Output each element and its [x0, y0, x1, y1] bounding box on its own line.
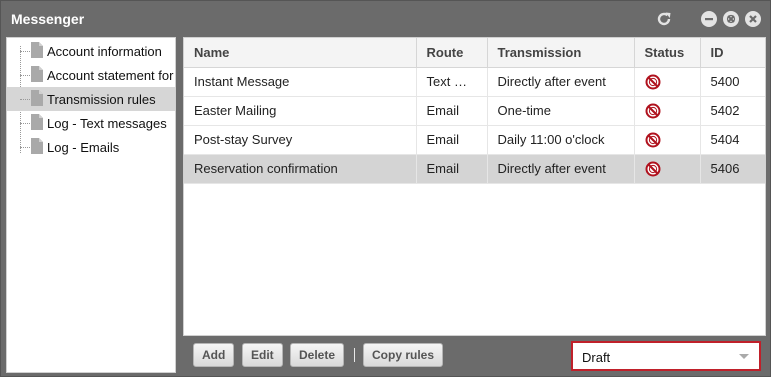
cell-id: 5402 [700, 96, 765, 126]
cell-status [634, 96, 701, 126]
cell-name: Reservation confirmation [184, 154, 417, 184]
messenger-window: Messenger Account information Account st… [0, 0, 771, 377]
navigation-tree: Account information Account statement fo… [6, 37, 176, 373]
close-icon[interactable] [745, 11, 761, 27]
cell-id: 5406 [700, 154, 765, 184]
titlebar: Messenger [1, 1, 770, 37]
chevron-down-icon [739, 354, 749, 359]
edit-button[interactable]: Edit [242, 343, 283, 367]
add-button[interactable]: Add [193, 343, 235, 367]
rules-table-panel: Name Route Transmission Status ID Instan… [183, 37, 766, 336]
delete-button[interactable]: Delete [290, 343, 345, 367]
minimize-icon[interactable] [701, 11, 717, 27]
cell-transmission: Directly after event [487, 67, 635, 97]
rules-table: Name Route Transmission Status ID Instan… [184, 38, 765, 184]
cell-route: Email [416, 125, 488, 155]
cell-route: Text … [416, 67, 488, 97]
status-filter-value: Draft [582, 350, 611, 365]
tree-item-label: Account information [47, 44, 162, 59]
column-header-status[interactable]: Status [634, 38, 701, 68]
tree-item-label: Account statement for [47, 68, 174, 83]
cell-transmission: Daily 11:00 o'clock [487, 125, 635, 155]
tree-item-account-statement[interactable]: Account statement for [7, 63, 175, 87]
tree-item-log-text-messages[interactable]: Log - Text messages [7, 111, 175, 135]
document-icon [31, 138, 43, 154]
tree-item-label: Transmission rules [47, 92, 156, 107]
column-header-route[interactable]: Route [416, 38, 488, 68]
column-header-id[interactable]: ID [700, 38, 765, 68]
cell-name: Post-stay Survey [184, 125, 417, 155]
restore-icon[interactable] [723, 11, 739, 27]
bottom-toolbar: Add Edit Delete Copy rules Draft [183, 339, 768, 373]
tree-item-account-information[interactable]: Account information [7, 39, 175, 63]
cell-transmission: One-time [487, 96, 635, 126]
disabled-icon [645, 161, 660, 177]
disabled-icon [645, 132, 660, 148]
refresh-icon[interactable] [653, 8, 675, 30]
document-icon [31, 66, 43, 82]
tree-item-log-emails[interactable]: Log - Emails [7, 135, 175, 159]
table-row[interactable]: Instant Message Text … Directly after ev… [184, 67, 765, 97]
column-header-name[interactable]: Name [184, 38, 417, 68]
cell-transmission: Directly after event [487, 154, 635, 184]
copy-rules-button[interactable]: Copy rules [363, 343, 444, 367]
document-icon [31, 114, 43, 130]
tree-item-label: Log - Text messages [47, 116, 167, 131]
table-row[interactable]: Reservation confirmation Email Directly … [184, 154, 765, 184]
cell-name: Instant Message [184, 67, 417, 97]
cell-status [634, 125, 701, 155]
column-header-transmission[interactable]: Transmission [487, 38, 635, 68]
cell-route: Email [416, 96, 488, 126]
cell-route: Email [416, 154, 488, 184]
disabled-icon [645, 103, 660, 119]
disabled-icon [645, 74, 660, 90]
cell-name: Easter Mailing [184, 96, 417, 126]
table-row[interactable]: Post-stay Survey Email Daily 11:00 o'clo… [184, 125, 765, 155]
document-icon [31, 42, 43, 58]
tree-item-label: Log - Emails [47, 140, 120, 155]
cell-id: 5404 [700, 125, 765, 155]
cell-status [634, 67, 701, 97]
document-icon [31, 90, 43, 106]
cell-id: 5400 [700, 67, 765, 97]
cell-status [634, 154, 701, 184]
toolbar-separator [354, 348, 355, 362]
window-title: Messenger [11, 11, 85, 27]
table-header-row: Name Route Transmission Status ID [184, 38, 765, 68]
tree-item-transmission-rules[interactable]: Transmission rules [7, 87, 175, 111]
table-row[interactable]: Easter Mailing Email One-time 5402 [184, 96, 765, 126]
status-filter-select[interactable]: Draft [571, 341, 761, 371]
